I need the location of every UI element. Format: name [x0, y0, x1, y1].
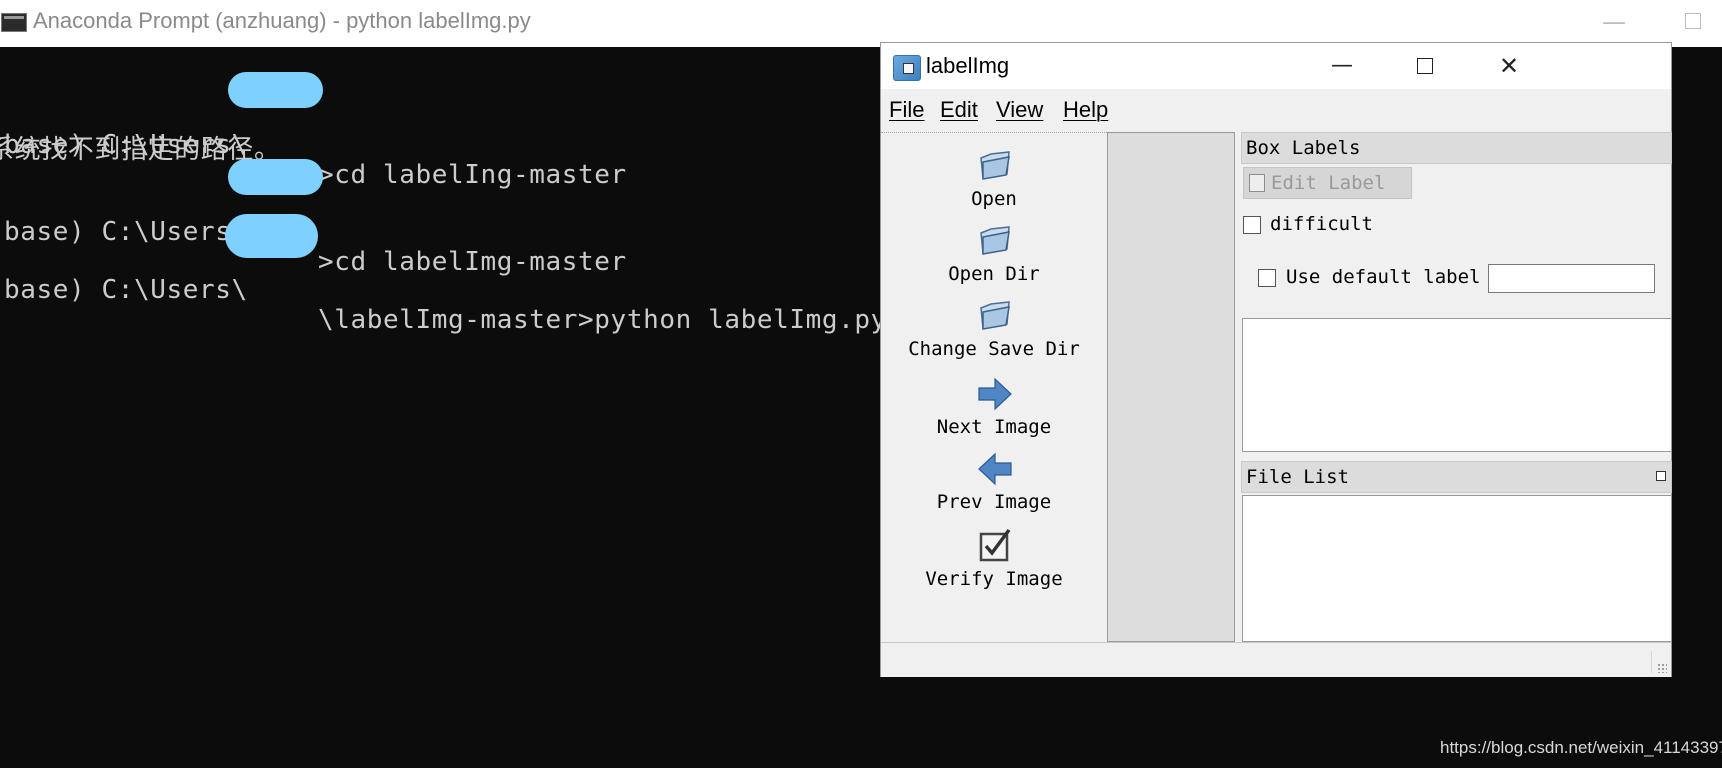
dock-float-icon[interactable] — [1656, 471, 1666, 481]
change-save-dir-label: Change Save Dir — [908, 338, 1080, 360]
labelimg-window-title: labelImg — [926, 53, 1010, 78]
box-labels-dock-header: Box Labels — [1241, 132, 1672, 164]
menu-file[interactable]: File — [889, 97, 924, 123]
next-image-label: Next Image — [936, 416, 1052, 438]
open-dir-folder-icon — [980, 226, 1010, 255]
prev-image-button[interactable]: Prev Image — [881, 451, 1107, 521]
labelimg-app-icon — [893, 55, 921, 81]
menu-help[interactable]: Help — [1063, 97, 1108, 123]
change-save-dir-folder-icon — [980, 301, 1010, 330]
console-line-2: 系统找不到指定的路径。 — [0, 99, 900, 165]
verify-image-button[interactable]: Verify Image — [881, 528, 1107, 598]
verify-checkbox-icon — [979, 528, 1011, 562]
redaction-blob — [228, 159, 323, 195]
menu-view[interactable]: View — [996, 97, 1043, 123]
box-labels-title: Box Labels — [1246, 137, 1361, 159]
difficult-checkbox[interactable] — [1243, 216, 1261, 234]
next-arrow-icon — [978, 377, 1012, 411]
change-save-dir-button[interactable]: Change Save Dir — [881, 298, 1107, 368]
console-maximize-button[interactable] — [1685, 13, 1701, 29]
next-image-button[interactable]: Next Image — [881, 376, 1107, 446]
file-list-title: File List — [1246, 466, 1349, 488]
console-window-icon — [1, 13, 27, 32]
maximize-icon — [1417, 58, 1433, 74]
open-folder-icon — [980, 151, 1010, 180]
redaction-blob — [225, 214, 318, 258]
default-label-input[interactable] — [1488, 264, 1655, 293]
difficult-label: difficult — [1270, 213, 1373, 235]
status-bar-separator — [1651, 651, 1652, 673]
edit-label-text: Edit Label — [1271, 172, 1386, 194]
console-line-3: ( base) C:\Users\ >cd labelImg-master — [0, 157, 900, 277]
use-default-label-checkbox[interactable] — [1258, 269, 1276, 287]
open-button[interactable]: Open — [881, 148, 1107, 218]
use-default-label-text: Use default label — [1286, 266, 1481, 288]
labelimg-maximize-button[interactable] — [1405, 51, 1445, 81]
open-dir-label: Open Dir — [948, 263, 1040, 285]
toolbar: Open Open Dir Change Save Dir Next Image — [881, 133, 1107, 683]
watermark-text: https://blog.csdn.net/weixin_41143397 — [1440, 738, 1722, 757]
image-canvas[interactable] — [1107, 132, 1235, 642]
console-window-title: Anaconda Prompt (anzhuang) - python labe… — [33, 8, 531, 33]
console-line-3-lead: ( — [0, 187, 5, 217]
console-minimize-button[interactable]: — — [1600, 8, 1628, 36]
menu-edit[interactable]: Edit — [940, 97, 978, 123]
prev-arrow-icon — [978, 452, 1012, 486]
console-line-4: ( base) C:\Users\ \labelImg-master>pytho… — [0, 215, 900, 335]
edit-label-button[interactable]: Edit Label — [1243, 167, 1412, 199]
console-line-4-prompt: base) C:\Users\ — [4, 275, 248, 305]
labelimg-minimize-button[interactable]: — — [1322, 51, 1362, 81]
open-dir-button[interactable]: Open Dir — [881, 223, 1107, 293]
labelimg-window: labelImg — ✕ File Edit View Help Open Op… — [880, 42, 1672, 677]
file-list-dock-header: File List — [1241, 461, 1672, 493]
console-line-4-lead: ( — [0, 245, 5, 275]
prev-image-label: Prev Image — [936, 491, 1052, 513]
resize-grip-icon[interactable] — [1657, 663, 1667, 673]
console-titlebar: Anaconda Prompt (anzhuang) - python labe… — [0, 0, 1722, 47]
labelimg-close-button[interactable]: ✕ — [1489, 51, 1529, 81]
verify-image-label: Verify Image — [925, 568, 1063, 590]
labelimg-titlebar: labelImg — ✕ — [881, 43, 1671, 89]
edit-pencil-icon — [1249, 174, 1265, 192]
status-bar — [881, 642, 1671, 677]
label-list[interactable] — [1242, 318, 1672, 452]
file-list[interactable] — [1242, 495, 1672, 642]
console-line-3-command: >cd labelImg-master — [318, 247, 627, 277]
open-label: Open — [971, 188, 1017, 210]
console-line-4-command: \labelImg-master>python labelImg.py — [318, 305, 887, 335]
console-line-1: ( base) C:\Users\ >cd labelIng-master — [0, 70, 900, 190]
